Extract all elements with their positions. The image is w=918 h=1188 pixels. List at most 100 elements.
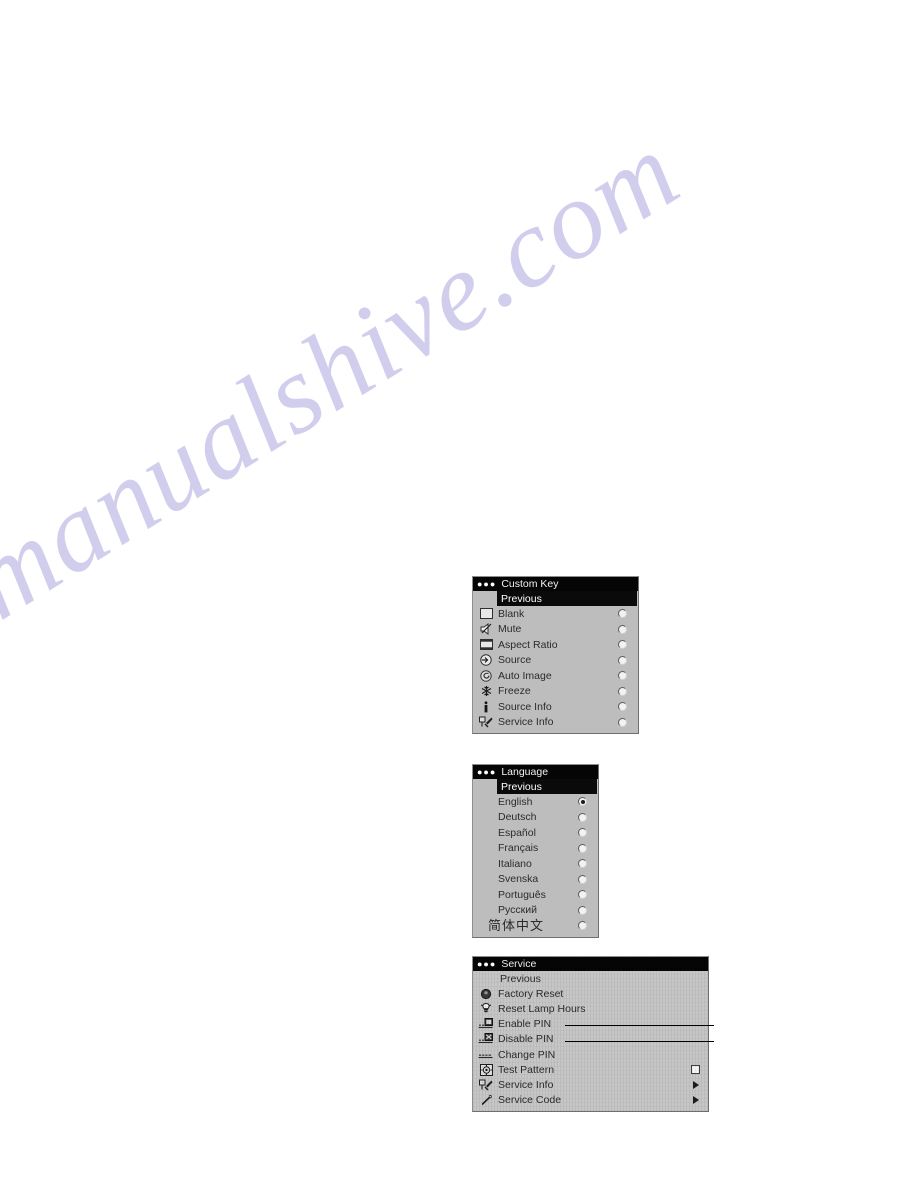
aspect-ratio-icon <box>476 638 496 651</box>
radio-service-info[interactable] <box>618 717 627 727</box>
test-pattern-icon <box>476 1063 496 1076</box>
menu-item-english[interactable]: English <box>473 794 598 810</box>
menu-item-deutsch[interactable]: Deutsch <box>473 810 598 826</box>
radio-deutsch[interactable] <box>578 812 587 822</box>
menu-item-label: Service Code <box>498 1094 562 1107</box>
menu-item-previous[interactable]: Previous <box>473 971 708 986</box>
menu-level-dots-icon: ●●● <box>477 958 497 969</box>
submenu-arrow-service-code[interactable] <box>693 1096 699 1105</box>
language-bullet-spacer <box>476 873 496 886</box>
menu-item-label: Source <box>498 654 532 667</box>
menu-item-blank[interactable]: Blank <box>473 606 638 622</box>
menu-item-label: Svenska <box>498 873 539 886</box>
language-bullet-spacer <box>476 842 496 855</box>
radio-mute[interactable] <box>618 624 627 634</box>
menu-item-source[interactable]: Source <box>473 653 638 669</box>
custom-key-menu-title: ●●● Custom Key <box>473 577 638 591</box>
menu-item-service-info[interactable]: Service Info <box>473 715 638 731</box>
submenu-arrow-service-info[interactable] <box>693 1080 699 1089</box>
mute-speaker-icon <box>476 623 496 636</box>
checkbox-test-pattern[interactable] <box>691 1065 700 1075</box>
menu-title-label: Custom Key <box>501 578 559 590</box>
menu-item-aspect-ratio[interactable]: Aspect Ratio <box>473 637 638 653</box>
language-menu: ●●● Language Previous English Deutsch Es… <box>472 764 599 938</box>
menu-item-reset-lamp-hours[interactable]: Reset Lamp Hours <box>473 1001 708 1016</box>
service-menu-title: ●●● Service <box>473 957 708 971</box>
radio-russian[interactable] <box>578 905 587 915</box>
menu-item-mute[interactable]: Mute <box>473 622 638 638</box>
menu-item-label: Factory Reset <box>498 987 564 1000</box>
language-bullet-spacer <box>476 888 496 901</box>
menu-title-label: Language <box>501 766 549 778</box>
menu-item-label: Русский <box>498 904 537 917</box>
menu-item-disable-pin[interactable]: Disable PIN <box>473 1032 708 1047</box>
menu-item-russian[interactable]: Русский <box>473 903 598 919</box>
radio-source[interactable] <box>618 655 627 665</box>
menu-item-service-info[interactable]: Service Info <box>473 1077 708 1092</box>
menu-item-freeze[interactable]: Freeze <box>473 684 638 700</box>
enable-pin-leader-line <box>565 1025 714 1026</box>
language-bullet-spacer <box>476 811 496 824</box>
radio-freeze[interactable] <box>618 686 627 696</box>
menu-item-svenska[interactable]: Svenska <box>473 872 598 888</box>
radio-portugues[interactable] <box>578 890 587 900</box>
language-menu-title: ●●● Language <box>473 765 598 779</box>
language-bullet-spacer <box>476 795 496 808</box>
factory-reset-icon <box>476 987 496 1000</box>
menu-item-label: Freeze <box>498 685 531 698</box>
radio-blank[interactable] <box>618 609 627 619</box>
info-i-icon <box>476 700 496 713</box>
menu-item-test-pattern[interactable]: Test Pattern <box>473 1062 708 1077</box>
menu-item-label: Blank <box>498 607 525 620</box>
menu-item-change-pin[interactable]: Change PIN <box>473 1047 708 1062</box>
language-bullet-spacer <box>476 857 496 870</box>
service-menu: ●●● Service Previous Factory Reset Reset… <box>472 956 709 1112</box>
radio-aspect-ratio[interactable] <box>618 640 627 650</box>
menu-item-label: Previous <box>501 780 542 793</box>
menu-item-francais[interactable]: Français <box>473 841 598 857</box>
menu-item-service-code[interactable]: Service Code <box>473 1093 708 1108</box>
menu-item-label: Service Info <box>498 716 554 729</box>
menu-item-label: Português <box>498 888 546 901</box>
source-arrow-icon <box>476 654 496 667</box>
menu-item-previous[interactable]: Previous <box>497 779 597 794</box>
blank-screen-icon <box>476 607 496 620</box>
lamp-icon <box>476 1002 496 1015</box>
enable-pin-icon <box>476 1018 496 1031</box>
auto-image-icon <box>476 669 496 682</box>
radio-simplified-chinese[interactable] <box>578 921 587 931</box>
radio-italiano[interactable] <box>578 859 587 869</box>
menu-item-previous[interactable]: Previous <box>497 591 637 606</box>
menu-level-dots-icon: ●●● <box>477 766 497 777</box>
menu-item-label: Deutsch <box>498 811 537 824</box>
menu-item-source-info[interactable]: Source Info <box>473 699 638 715</box>
menu-item-italiano[interactable]: Italiano <box>473 856 598 872</box>
menu-item-label: Español <box>498 826 536 839</box>
menu-item-label: Test Pattern <box>498 1063 555 1076</box>
menu-item-label: Previous <box>500 972 541 985</box>
radio-svenska[interactable] <box>578 874 587 884</box>
menu-item-simplified-chinese[interactable]: 简体中文 <box>473 918 598 934</box>
menu-item-factory-reset[interactable]: Factory Reset <box>473 986 708 1001</box>
menu-item-label: Previous <box>501 592 542 605</box>
menu-item-label: English <box>498 795 533 808</box>
radio-francais[interactable] <box>578 843 587 853</box>
service-code-icon <box>476 1094 496 1107</box>
service-wrench-icon <box>476 716 496 729</box>
freeze-snowflake-icon <box>476 685 496 698</box>
change-pin-icon <box>476 1048 496 1061</box>
radio-source-info[interactable] <box>618 702 627 712</box>
menu-item-espanol[interactable]: Español <box>473 825 598 841</box>
radio-espanol[interactable] <box>578 828 587 838</box>
radio-auto-image[interactable] <box>618 671 627 681</box>
language-bullet-spacer <box>476 904 496 917</box>
custom-key-menu: ●●● Custom Key Previous Blank Mute Aspec… <box>472 576 639 734</box>
menu-item-label: Italiano <box>498 857 532 870</box>
menu-item-label: Change PIN <box>498 1048 556 1061</box>
menu-item-label: Source Info <box>498 700 552 713</box>
radio-english[interactable] <box>578 797 587 807</box>
menu-item-label: 简体中文 <box>487 917 544 933</box>
menu-item-label: Reset Lamp Hours <box>498 1002 586 1015</box>
menu-item-auto-image[interactable]: Auto Image <box>473 668 638 684</box>
menu-item-portugues[interactable]: Português <box>473 887 598 903</box>
